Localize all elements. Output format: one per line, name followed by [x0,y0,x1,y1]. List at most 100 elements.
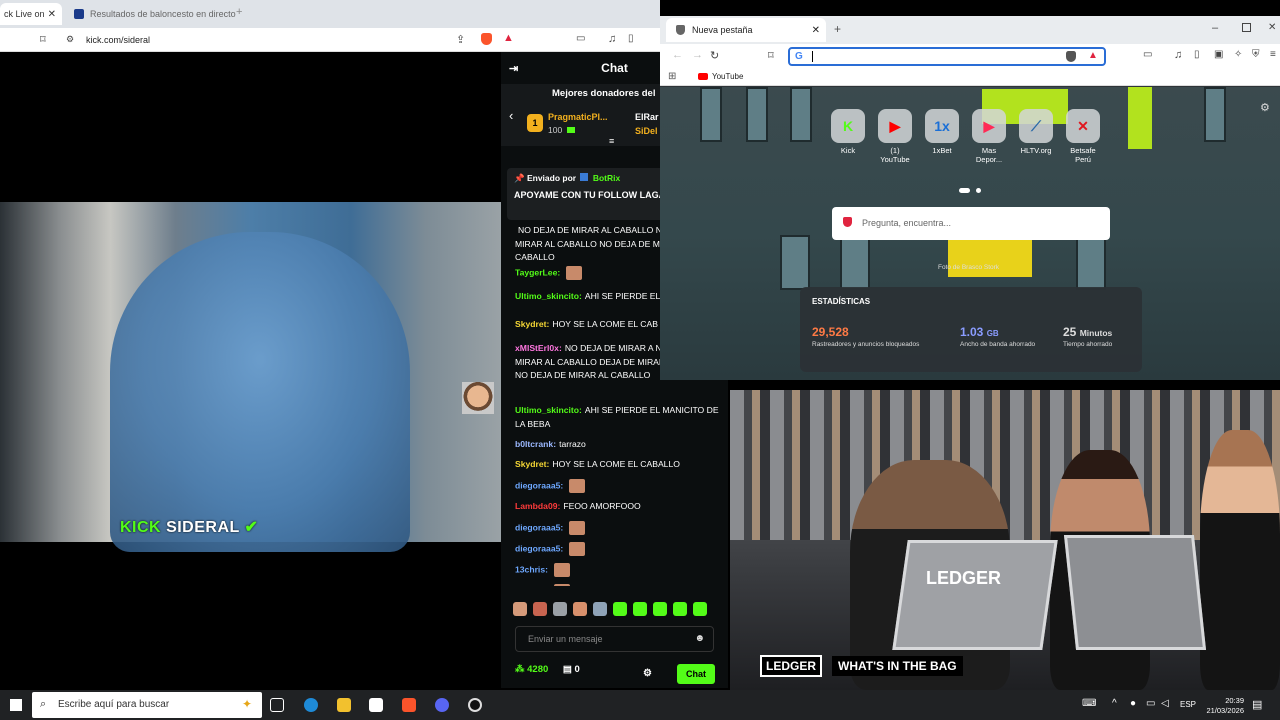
chat-username[interactable]: diegoraaa5: [515,543,563,553]
carousel-dots[interactable] [959,180,982,198]
carousel-dot[interactable] [976,188,982,193]
tab-new-tab[interactable]: Nueva pestaña ✕ [666,18,826,42]
brave-rewards-icon[interactable]: ▲ [503,32,514,44]
carousel-dot-active[interactable] [959,188,970,193]
chat-username[interactable]: 13chris: [515,564,548,574]
top-site-tile[interactable]: K Kick [830,109,866,164]
chat-message-input[interactable]: Enviar un mensaje ☻ [515,626,714,652]
apps-icon[interactable]: ⊞ [668,71,676,82]
top-site-tile[interactable]: ▶ (1) YouTube [877,109,913,164]
emote-icon[interactable] [513,602,527,616]
channel-points[interactable]: 4280 [527,664,548,675]
task-view-icon[interactable] [270,698,284,712]
keyboard-icon[interactable]: ⌨ [1082,698,1096,709]
edge-icon[interactable] [304,698,318,712]
chat-message: 13chris: [515,563,720,577]
close-icon[interactable]: ✕ [48,9,56,20]
menu-icon[interactable]: ≡ [1270,49,1276,60]
emoji-icon[interactable]: ☻ [694,633,705,644]
reader-icon[interactable]: ▯ [1194,49,1200,60]
chat-username[interactable]: diegoraaa5: [515,522,563,532]
chat-username[interactable]: xMlStErl0x: [515,343,562,353]
ntp-search-box[interactable]: Pregunta, encuentra... [832,207,1110,240]
chat-username[interactable]: Ultimo_skincito: [515,405,582,415]
volume-icon[interactable]: ◁ [1161,698,1169,709]
new-tab-icon[interactable]: + [236,6,242,18]
chat-username[interactable]: Lambda09: [515,501,560,511]
music-icon[interactable]: ♫ [1174,49,1182,61]
music-icon[interactable]: ♫ [608,33,616,45]
network-icon[interactable]: ▭ [1146,698,1155,709]
file-explorer-icon[interactable] [337,698,351,712]
brave-shield-icon[interactable] [1066,51,1076,62]
emote-icon[interactable] [633,602,647,616]
emote-icon[interactable] [573,602,587,616]
customize-icon[interactable]: ⚙ [1260,101,1270,114]
chat-username[interactable]: TaygerLee: [515,267,560,277]
sidebar-icon[interactable]: ▭ [576,33,585,44]
close-window-icon[interactable]: ✕ [1268,22,1276,33]
site-info-icon[interactable]: ⚙ [66,34,74,45]
obs-icon[interactable] [468,698,482,712]
tab-kick-live[interactable]: ck Live on ✕ [0,3,62,25]
maximize-icon[interactable] [1242,23,1251,32]
back-icon[interactable]: ← [672,49,683,61]
windows-start-icon[interactable] [10,699,22,711]
tab-basketball-results[interactable]: Resultados de baloncesto en directo [70,3,240,25]
wallet-icon[interactable]: ▣ [1214,49,1223,60]
chat-username[interactable]: diegoraaa5: [515,480,563,490]
mic-icon[interactable]: ● [1130,698,1136,709]
brave-shield-icon[interactable] [481,33,492,45]
highlights-icon: ✦ [241,697,252,711]
forward-icon[interactable]: → [692,49,703,61]
chat-username[interactable]: Skydret: [515,319,549,329]
taskbar-search[interactable]: ⌕ Escribe aquí para buscar ✦ [32,692,262,718]
filter-icon[interactable]: ≡ [609,136,614,146]
chat-username[interactable]: Ultimo_skincito: [515,291,582,301]
bookmark-youtube[interactable]: YouTube [712,72,743,81]
emote-icon[interactable] [553,602,567,616]
ai-icon[interactable]: ✧ [1234,49,1242,60]
store-icon[interactable] [369,698,383,712]
taskbar-clock[interactable]: 20:39 21/03/2026 [1206,696,1244,716]
emote-icon[interactable] [673,602,687,616]
tray-chevron-icon[interactable]: ^ [1112,698,1117,709]
stream-video-player[interactable]: KICK SIDERAL ✔ [0,52,501,688]
address-bar[interactable]: G ▲ [788,47,1106,66]
top-site-tile[interactable]: ⟋ HLTV.org [1018,109,1054,164]
brave-rewards-icon[interactable]: ▲ [1088,50,1098,61]
reader-icon[interactable]: ▯ [628,33,634,44]
chat-username[interactable]: Skydret: [515,459,549,469]
bookmark-icon[interactable]: ⌑ [40,33,46,46]
collapse-chat-icon[interactable]: ⇥ [509,62,518,75]
top-site-tile[interactable]: ▶ Mas Depor... [971,109,1007,164]
bookmark-icon[interactable]: ⌑ [768,49,774,62]
top-site-tile[interactable]: 1x 1xBet [924,109,960,164]
address-bar[interactable]: kick.com/sideral [86,35,150,45]
background-window [780,235,810,290]
emote-icon[interactable] [533,602,547,616]
top-site-tile[interactable]: ✕ Betsafe Perú [1065,109,1101,164]
emote-icon[interactable] [613,602,627,616]
share-icon[interactable]: ⇪ [456,33,465,46]
gift-icon[interactable]: ▤ [563,664,572,675]
settings-icon[interactable]: ⚙ [643,668,652,679]
emote-icon[interactable] [593,602,607,616]
chat-username[interactable]: 13chris: [515,585,548,586]
new-tab-icon[interactable]: + [834,22,841,36]
photo-credit[interactable]: Foto de Brasco Stork [938,264,999,271]
emote-icon[interactable] [653,602,667,616]
discord-icon[interactable] [435,698,449,712]
vpn-icon[interactable]: ⛨ [1252,49,1260,60]
reload-icon[interactable]: ↻ [710,49,719,62]
send-chat-button[interactable]: Chat [677,664,715,684]
chat-username[interactable]: b0ltcrank: [515,439,556,449]
input-language[interactable]: ESP [1180,700,1196,709]
minimize-icon[interactable]: – [1212,22,1218,34]
close-icon[interactable]: ✕ [812,25,820,36]
emote-icon[interactable] [693,602,707,616]
brave-icon[interactable] [402,698,416,712]
notifications-icon[interactable]: ▤ [1252,698,1262,711]
sidebar-icon[interactable]: ▭ [1143,49,1152,60]
chevron-left-icon[interactable]: ‹ [509,108,513,123]
